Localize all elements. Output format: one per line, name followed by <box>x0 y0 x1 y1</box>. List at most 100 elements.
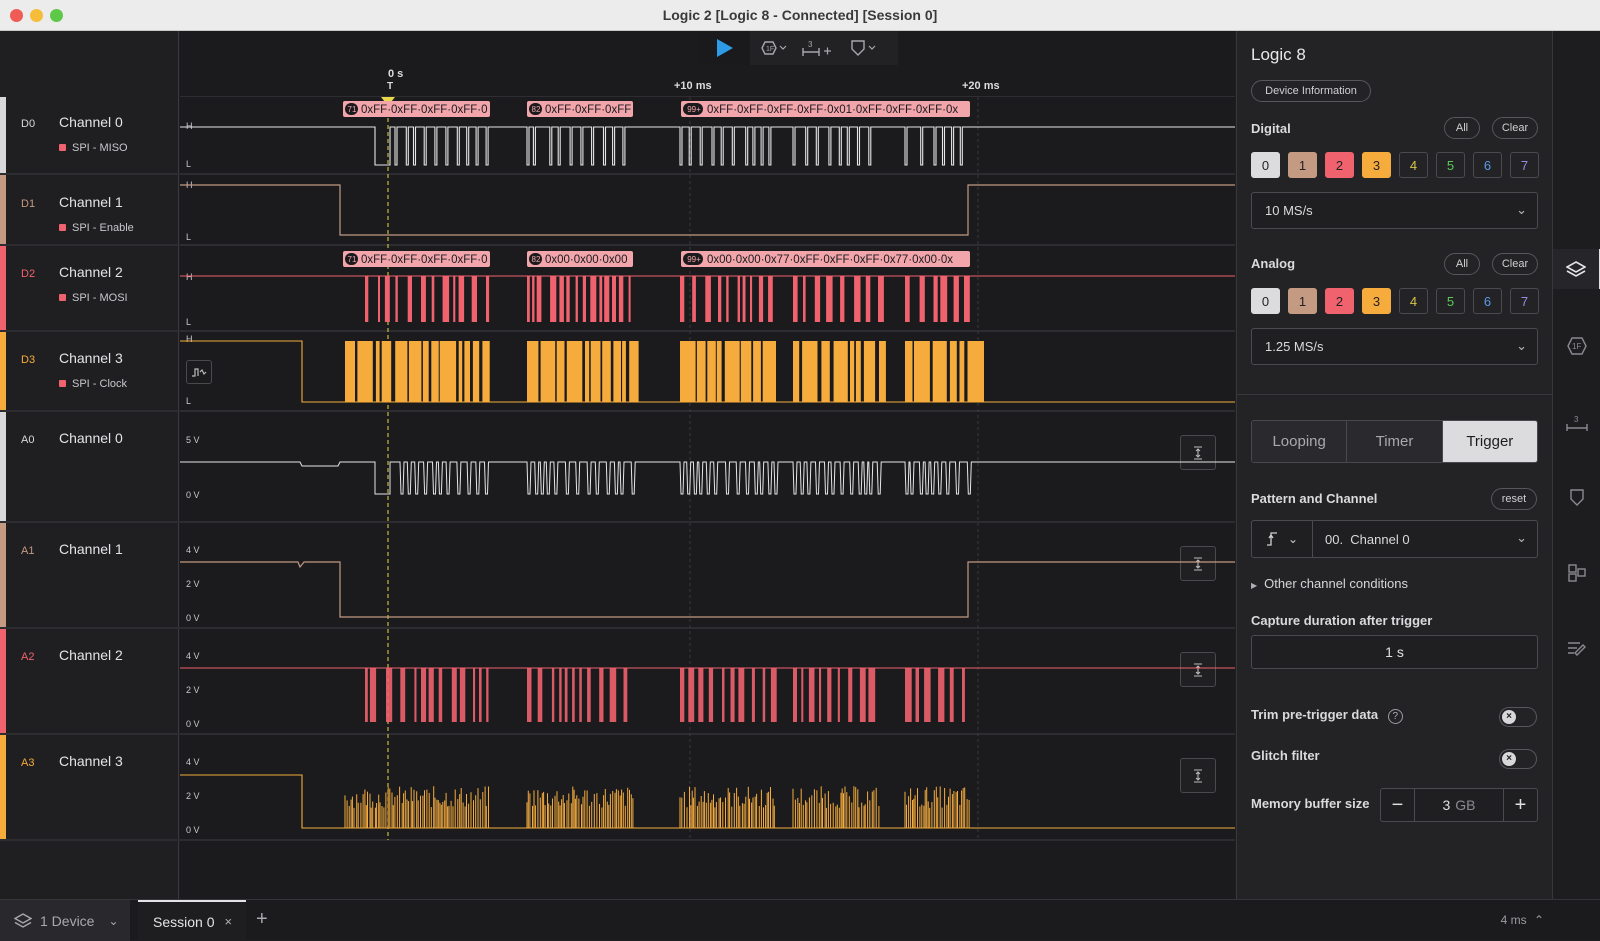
trigger-mode-tab[interactable]: Trigger <box>1442 421 1537 462</box>
analog-ch2-pulse <box>564 668 568 722</box>
mosi-pulse <box>718 276 722 322</box>
measurements-tab[interactable]: 3 <box>1553 403 1600 443</box>
analog-clear-button[interactable]: Clear <box>1492 253 1538 275</box>
device-information-button[interactable]: Device Information <box>1251 80 1371 102</box>
analog-channel-chip-0[interactable]: 0 <box>1251 288 1280 314</box>
mosi-pulse <box>750 276 753 322</box>
clock-burst <box>540 341 556 402</box>
looping-mode-tab[interactable]: Looping <box>1252 421 1348 462</box>
digital-channel-chip-6[interactable]: 6 <box>1473 152 1502 178</box>
analyzers-tab[interactable]: 1F <box>1553 326 1600 366</box>
memory-buffer-stepper: − 3 GB + <box>1380 788 1538 822</box>
analog-ch2-pulse <box>609 668 617 722</box>
digital-channel-chip-4[interactable]: 4 <box>1399 152 1428 178</box>
trigger-channel-select[interactable]: 00. Channel 0 ⌄ <box>1312 520 1538 558</box>
analog-ch2-pulse <box>527 668 532 722</box>
clock-burst <box>855 341 861 402</box>
help-icon[interactable]: ? <box>1387 709 1403 724</box>
mosi-pulse <box>458 276 465 322</box>
timebase-status[interactable]: 4 ms ⌃ <box>1501 913 1544 927</box>
digital-channel-chip-5[interactable]: 5 <box>1436 152 1465 178</box>
digital-channel-chip-7[interactable]: 7 <box>1510 152 1539 178</box>
mosi-pulse <box>680 276 685 322</box>
device-selector[interactable]: 1 Device ⌄ <box>0 900 130 941</box>
analog-channel-chip-2[interactable]: 2 <box>1325 288 1354 314</box>
analog-channel-chip-3[interactable]: 3 <box>1362 288 1391 314</box>
mosi-pulse <box>550 276 557 322</box>
capture-duration-input[interactable]: 1 s <box>1251 635 1538 669</box>
session-tab[interactable]: Session 0 × <box>138 900 246 941</box>
analog-ch2-pulse <box>793 668 797 722</box>
notes-tab[interactable] <box>1553 629 1600 669</box>
analog-channel-chip-1[interactable]: 1 <box>1288 288 1317 314</box>
decrease-memory-button[interactable]: − <box>1381 789 1415 821</box>
increase-memory-button[interactable]: + <box>1503 789 1537 821</box>
analog-ch2-pulse <box>938 668 945 722</box>
digital-channel-chip-2[interactable]: 2 <box>1325 152 1354 178</box>
chevron-down-icon: ⌄ <box>1516 202 1527 217</box>
timing-markers-tab[interactable] <box>1553 478 1600 518</box>
analog-channel-chip-5[interactable]: 5 <box>1436 288 1465 314</box>
mosi-pulse <box>737 276 740 322</box>
mosi-pulse <box>590 276 597 322</box>
trim-pre-trigger-label: Trim pre-trigger data ? <box>1251 707 1403 724</box>
waveform-signals: 71 0xFF·0xFF·0xFF·0xFF·0 82 0xFF·0xFF·0xFF 9… <box>180 97 1235 840</box>
other-conditions-toggle[interactable]: ▶ Other channel conditions <box>1251 576 1408 591</box>
analog-ch2-pulse <box>738 668 745 722</box>
mosi-pulse <box>803 276 806 322</box>
analog-ch1-waveform <box>180 561 1235 618</box>
chevron-down-icon: ⌄ <box>1287 532 1299 546</box>
chevron-down-icon: ⌄ <box>108 913 119 928</box>
extensions-icon <box>1568 564 1586 582</box>
clock-burst <box>375 341 380 402</box>
digital-all-button[interactable]: All <box>1444 117 1480 139</box>
digital-channel-chip-1[interactable]: 1 <box>1288 152 1317 178</box>
clock-burst <box>707 341 716 402</box>
trim-pre-trigger-text: Trim pre-trigger data <box>1251 707 1379 722</box>
clock-burst <box>458 341 463 402</box>
analog-channel-chip-7[interactable]: 7 <box>1510 288 1539 314</box>
digital-channel-chip-0[interactable]: 0 <box>1251 152 1280 178</box>
timebase-value: 4 ms <box>1500 913 1527 927</box>
svg-text:1F: 1F <box>1572 342 1581 351</box>
miso-decode-text: 0xFF·0xFF·0xFF <box>545 104 631 116</box>
extensions-tab[interactable] <box>1553 553 1600 593</box>
clock-burst <box>464 341 470 402</box>
add-session-button[interactable]: + <box>256 908 268 931</box>
mosi-pulse <box>378 276 380 322</box>
analog-channel-chip-4[interactable]: 4 <box>1399 288 1428 314</box>
clock-burst <box>395 341 408 402</box>
analog-all-button[interactable]: All <box>1444 253 1480 275</box>
mosi-pulse <box>604 276 610 322</box>
memory-buffer-value[interactable]: 3 GB <box>1415 789 1503 821</box>
clock-burst <box>527 341 539 402</box>
analog-sample-rate-select[interactable]: 1.25 MS/s ⌄ <box>1251 328 1538 365</box>
digital-sample-rate-select[interactable]: 10 MS/s ⌄ <box>1251 192 1538 229</box>
close-icon[interactable]: × <box>224 914 232 929</box>
digital-channel-chips: 01234567 <box>1251 152 1539 178</box>
sidebar-rail: 1F 3 <box>1552 31 1600 899</box>
analog-ch2-pulse <box>868 668 876 722</box>
analog-ch2-pulse <box>770 668 777 722</box>
miso-decode-count: 99+ <box>687 105 701 114</box>
mosi-pulse <box>559 276 564 322</box>
trigger-edge-select[interactable]: ⌄ <box>1251 520 1313 558</box>
glitch-filter-toggle[interactable]: × <box>1499 749 1537 769</box>
mosi-pulse <box>395 276 398 322</box>
analog-ch2-pulse <box>386 668 393 722</box>
analog-ch2-pulse <box>762 668 766 722</box>
analog-channel-chip-6[interactable]: 6 <box>1473 288 1502 314</box>
timer-mode-tab[interactable]: Timer <box>1347 421 1443 462</box>
analog-ch2-pulse <box>924 668 931 722</box>
device-count-label: 1 Device <box>40 912 95 929</box>
device-settings-tab[interactable] <box>1553 249 1600 289</box>
digital-channel-chip-3[interactable]: 3 <box>1362 152 1391 178</box>
toggle-off-icon: × <box>1502 710 1516 724</box>
reset-trigger-button[interactable]: reset <box>1491 488 1537 510</box>
clock-burst <box>696 341 706 402</box>
analog-ch2-pulse <box>428 668 434 722</box>
clock-burst <box>566 341 583 402</box>
digital-clear-button[interactable]: Clear <box>1492 117 1538 139</box>
trim-pre-trigger-toggle[interactable]: × <box>1499 707 1537 727</box>
analog-ch2-pulse <box>365 668 368 722</box>
